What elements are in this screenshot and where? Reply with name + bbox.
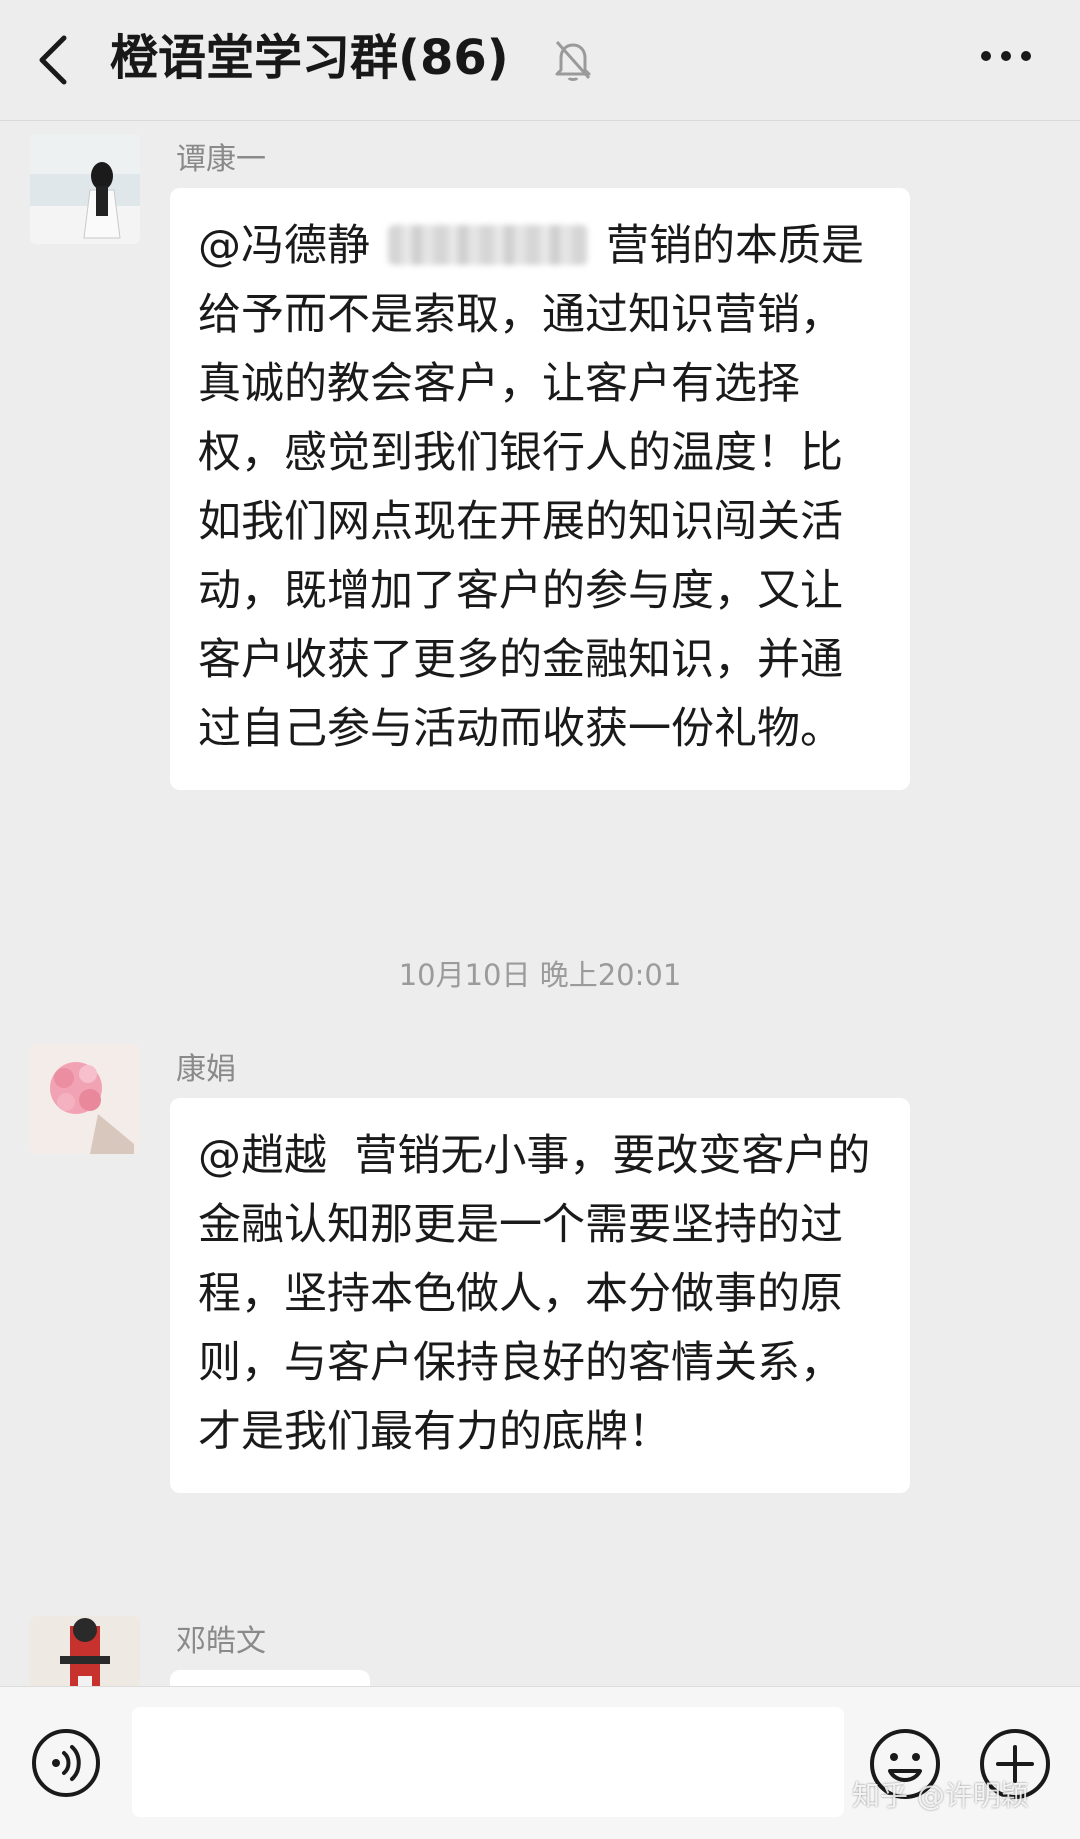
chat-header: 橙语堂学习群(86)	[0, 0, 1080, 121]
avatar-image	[30, 134, 140, 244]
bell-off-icon	[555, 41, 591, 81]
message-item: 邓皓文	[0, 1616, 1080, 1686]
voice-icon[interactable]	[30, 1727, 102, 1799]
message-item: 康娟 @趙越 营销无小事，要改变客户的金融认知那更是一个需要坚持的过程，坚持本色…	[0, 1044, 1080, 1686]
avatar-image	[30, 1616, 140, 1686]
message-list[interactable]: 谭康一 @冯德静 营销的本质是给予而不是索取，通过知识营销，真诚的教会客户，让客户…	[0, 120, 1080, 1686]
message-item: 谭康一 @冯德静 营销的本质是给予而不是索取，通过知识营销，真诚的教会客户，让客户…	[0, 134, 1080, 894]
avatar[interactable]	[30, 1616, 140, 1686]
chevron-left-icon[interactable]	[34, 30, 74, 90]
sender-name: 邓皓文	[176, 1624, 266, 1659]
chat-title: 橙语堂学习群(86)	[110, 30, 509, 86]
more-horizontal-icon[interactable]	[978, 46, 1034, 66]
avatar[interactable]	[30, 1044, 140, 1154]
message-bubble[interactable]	[170, 1670, 370, 1686]
input-bar	[0, 1686, 1080, 1839]
message-input[interactable]	[132, 1707, 844, 1817]
avatar[interactable]	[30, 134, 140, 244]
mention[interactable]: @趙越	[198, 1131, 327, 1181]
message-bubble[interactable]: @冯德静 营销的本质是给予而不是索取，通过知识营销，真诚的教会客户，让客户有选择权…	[170, 188, 910, 790]
mention[interactable]: @冯德静	[198, 221, 370, 271]
timestamp: 10月10日 晚上20:01	[398, 958, 682, 992]
avatar-image	[30, 1044, 140, 1154]
message-text: 营销的本质是给予而不是索取，通过知识营销，真诚的教会客户，让客户有选择权，感觉到…	[198, 221, 864, 754]
message-bubble[interactable]: @趙越 营销无小事，要改变客户的金融认知那更是一个需要坚持的过程，坚持本色做人，…	[170, 1098, 910, 1493]
redacted-mention	[388, 224, 588, 265]
sender-name: 谭康一	[176, 142, 266, 177]
sender-name: 康娟	[176, 1052, 236, 1087]
watermark: 知乎 @许明颖	[852, 1779, 1029, 1812]
